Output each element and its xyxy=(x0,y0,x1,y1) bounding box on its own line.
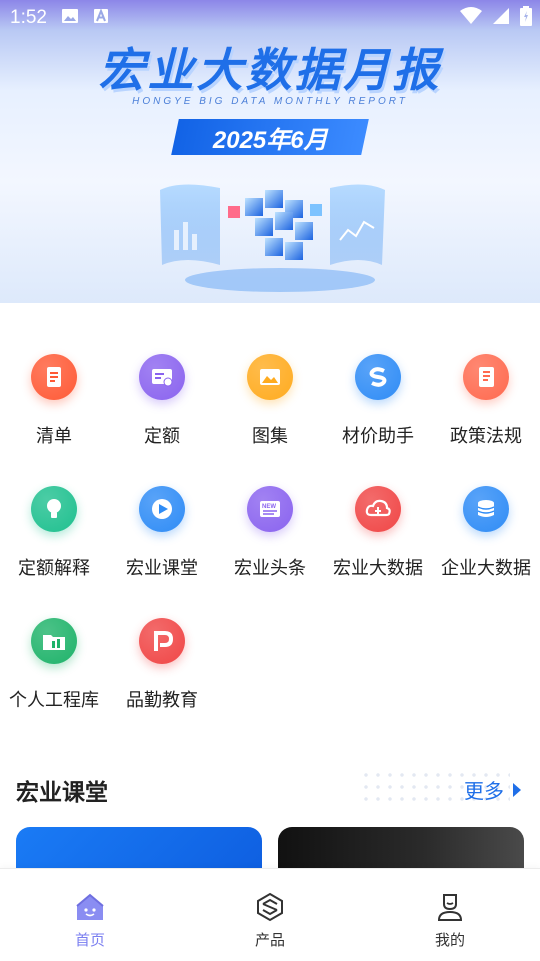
banner-subtitle: HONGYE BIG DATA MONTHLY REPORT xyxy=(132,96,408,107)
section-title: 宏业课堂 xyxy=(16,780,108,806)
more-link[interactable]: 更多 xyxy=(464,775,522,804)
menu-item-cloud-data[interactable]: 宏业大数据 xyxy=(324,482,432,592)
font-notification-icon xyxy=(93,8,109,28)
gallery-icon xyxy=(247,354,293,400)
banner-title: 宏业大数据月报 xyxy=(98,43,442,97)
menu-item-lightbulb[interactable]: 定额解释 xyxy=(0,482,108,592)
banner-date-badge: 2025年6月 xyxy=(171,119,369,155)
product-icon xyxy=(257,892,283,922)
menu-item-news[interactable]: NEW 宏业头条 xyxy=(216,482,324,592)
menu-item-label: 宏业课堂 xyxy=(126,558,198,579)
status-bar: 1:52 xyxy=(0,0,540,36)
menu-item-label: 政策法规 xyxy=(450,426,522,447)
menu-item-price-assistant[interactable]: 材价助手 xyxy=(324,350,432,460)
menu-item-folder[interactable]: 个人工程库 xyxy=(0,614,108,724)
banner-date: 2025年6月 xyxy=(212,126,328,154)
menu-item-label: 品勤教育 xyxy=(126,690,198,711)
menu-item-label: 企业大数据 xyxy=(441,558,531,579)
price-assistant-icon xyxy=(355,354,401,400)
svg-text:NEW: NEW xyxy=(262,504,276,510)
data-cube-illustration xyxy=(160,184,385,292)
menu-item-policy-book[interactable]: 政策法规 xyxy=(432,350,540,460)
menu-item-label: 清单 xyxy=(36,426,72,447)
lightbulb-icon xyxy=(31,486,77,532)
chevron-right-icon xyxy=(513,782,521,797)
menu-item-label: 宏业大数据 xyxy=(333,558,423,579)
battery-icon xyxy=(520,6,532,30)
nav-item-product[interactable]: 产品 xyxy=(210,891,330,950)
news-icon: NEW xyxy=(247,486,293,532)
more-label: 更多 xyxy=(464,779,504,803)
menu-item-label: 个人工程库 xyxy=(9,690,99,711)
status-time: 1:52 xyxy=(10,7,47,28)
database-icon xyxy=(463,486,509,532)
home-icon xyxy=(76,893,104,920)
folder-icon xyxy=(31,618,77,664)
menu-item-label: 材价助手 xyxy=(342,426,414,447)
menu-item-quota[interactable]: 定额 xyxy=(108,350,216,460)
policy-book-icon xyxy=(463,354,509,400)
pinqin-logo-icon xyxy=(139,618,185,664)
menu-item-label: 定额 xyxy=(144,426,180,447)
profile-icon xyxy=(437,894,463,921)
classroom-section-header: 宏业课堂 更多 xyxy=(0,765,540,815)
play-icon xyxy=(139,486,185,532)
wifi-icon xyxy=(460,7,482,29)
banner[interactable]: 宏业大数据月报 HONGYE BIG DATA MONTHLY REPORT 2… xyxy=(0,0,540,303)
nav-label-product: 产品 xyxy=(254,931,285,949)
menu-item-gallery[interactable]: 图集 xyxy=(216,350,324,460)
quota-icon xyxy=(139,354,185,400)
cloud-data-icon xyxy=(355,486,401,532)
bottom-navigation: 首页 产品 我的 xyxy=(0,868,540,961)
menu-item-database[interactable]: 企业大数据 xyxy=(432,482,540,592)
image-notification-icon xyxy=(61,8,79,28)
menu-item-list[interactable]: 清单 xyxy=(0,350,108,460)
nav-label-profile: 我的 xyxy=(434,931,465,949)
menu-item-label: 图集 xyxy=(252,426,288,447)
nav-label-home: 首页 xyxy=(74,931,105,949)
menu-item-pinqin-logo[interactable]: 品勤教育 xyxy=(108,614,216,724)
list-icon xyxy=(31,354,77,400)
menu-item-label: 宏业头条 xyxy=(234,558,306,579)
menu-item-label: 定额解释 xyxy=(18,558,90,579)
nav-item-profile[interactable]: 我的 xyxy=(390,891,510,950)
menu-item-play[interactable]: 宏业课堂 xyxy=(108,482,216,592)
nav-item-home[interactable]: 首页 xyxy=(30,891,150,950)
signal-icon xyxy=(492,7,510,29)
